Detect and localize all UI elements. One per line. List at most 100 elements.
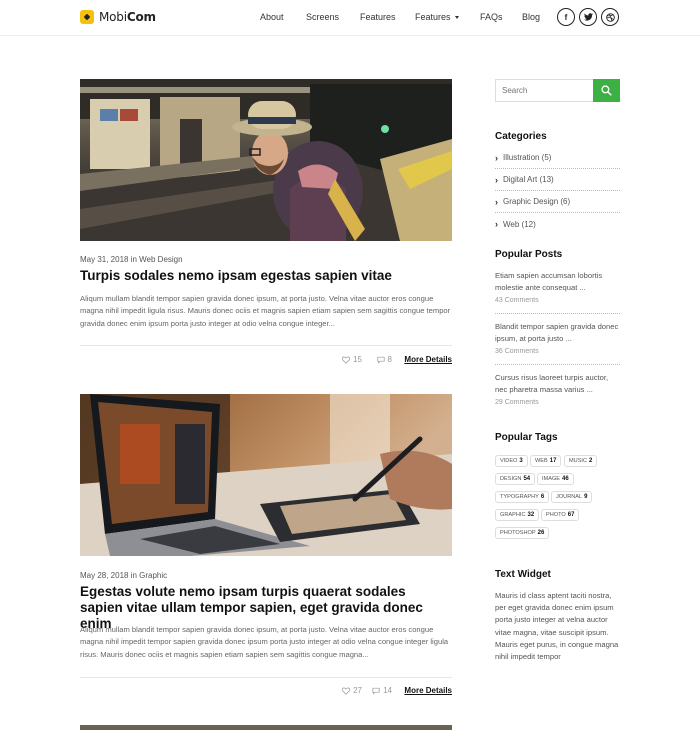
category-label: Web (12) (503, 219, 536, 229)
more-details-link[interactable]: More Details (404, 355, 452, 364)
comments-button[interactable]: 14 (372, 686, 392, 695)
popular-post-comments: 29 Comments (495, 399, 539, 406)
tag-chip[interactable]: DESIGN 54 (495, 473, 536, 485)
category-item[interactable]: › Illustration (5) (495, 147, 620, 169)
tag-count: 54 (523, 476, 531, 482)
post-image-laptop-tablet[interactable] (80, 394, 452, 556)
post-excerpt: Aliqum mullam blandit tempor sapien grav… (80, 294, 451, 328)
search-icon (601, 85, 612, 96)
likes-button[interactable]: 27 (342, 686, 362, 695)
category-label: Graphic Design (6) (503, 197, 571, 206)
chevron-right-icon: › (495, 152, 498, 163)
chevron-down-icon (454, 16, 459, 20)
likes-count: 15 (353, 355, 362, 364)
dribbble-icon[interactable] (601, 8, 619, 26)
comment-icon (372, 687, 380, 695)
likes-button[interactable]: 15 (342, 355, 362, 364)
tag-count: 2 (589, 458, 593, 464)
tag-count: 26 (537, 530, 545, 536)
tag-chip[interactable]: JOURNAL 9 (551, 491, 593, 503)
post-divider (80, 345, 452, 346)
category-item[interactable]: › Digital Art (13) (495, 169, 620, 191)
site-logo[interactable]: MobiCom (80, 10, 156, 24)
nav-item-features-dropdown[interactable]: Features (415, 12, 459, 22)
tag-chip[interactable]: IMAGE 46 (537, 473, 574, 485)
nav-item-features-dropdown-label: Features (415, 12, 451, 22)
nav-item-faqs[interactable]: FAQs (480, 12, 503, 22)
tag-chip[interactable]: VIDEO 3 (495, 455, 528, 467)
logo-text-light: Mobi (99, 10, 127, 24)
facebook-icon[interactable]: f (557, 8, 575, 26)
tag-count: 3 (519, 458, 523, 464)
tag-name: VIDEO (500, 458, 518, 464)
more-details-link[interactable]: More Details (404, 686, 452, 695)
tag-chip[interactable]: WEB 17 (530, 455, 562, 467)
twitter-bird-icon (583, 13, 593, 21)
category-label: Digital Art (13) (503, 175, 554, 184)
search-field[interactable] (495, 79, 593, 102)
comments-button[interactable]: 8 (376, 355, 392, 364)
category-label: Illustration (5) (503, 153, 552, 162)
tag-name: MUSIC (569, 458, 588, 464)
popular-posts-heading: Popular Posts (495, 249, 563, 260)
text-widget-heading: Text Widget (495, 569, 551, 580)
heart-icon (342, 355, 351, 364)
heart-icon (342, 686, 351, 695)
tag-chip[interactable]: MUSIC 2 (564, 455, 598, 467)
search-button[interactable] (593, 79, 620, 102)
tag-chip[interactable]: PHOTOSHOP 26 (495, 527, 550, 539)
post-footer: 27 14 More Details (80, 686, 452, 698)
facebook-icon-glyph: f (564, 12, 568, 22)
category-item[interactable]: › Graphic Design (6) (495, 191, 620, 213)
tag-name: TYPOGRAPHY (500, 494, 539, 500)
tag-chip[interactable]: TYPOGRAPHY 6 (495, 491, 550, 503)
post-image-illustration (80, 79, 452, 241)
tag-name: IMAGE (542, 476, 561, 482)
nav-item-features[interactable]: Features (360, 12, 396, 22)
post-meta: May 31, 2018 in Web Design (80, 255, 183, 264)
chevron-right-icon: › (495, 219, 498, 229)
nav-item-screens[interactable]: Screens (306, 12, 339, 22)
post-image-partial[interactable] (80, 725, 452, 730)
tag-count: 46 (562, 476, 569, 482)
logo-text-bold: Com (126, 10, 156, 24)
popular-post-title[interactable]: Cursus risus laoreet turpis auctor, nec … (495, 372, 620, 395)
post-image-illustration (80, 394, 452, 556)
tag-count: 32 (527, 512, 535, 518)
category-item[interactable]: › Web (12) (495, 213, 620, 235)
tag-count: 67 (567, 512, 575, 518)
comments-count: 14 (383, 686, 392, 695)
search-input[interactable] (496, 80, 593, 101)
chevron-right-icon: › (495, 174, 498, 185)
nav-item-about[interactable]: About (260, 12, 284, 22)
post-divider (80, 677, 452, 678)
dribbble-ball-icon (605, 12, 615, 22)
tag-chip[interactable]: PHOTO 67 (541, 509, 580, 521)
comments-count: 8 (387, 355, 392, 364)
tag-name: JOURNAL (556, 494, 583, 500)
popular-post-title[interactable]: Etiam sapien accumsan lobortis molestie … (495, 270, 620, 293)
text-widget-body: Mauris id class aptent taciti nostra, pe… (495, 591, 619, 662)
tag-count: 6 (540, 494, 545, 500)
comment-icon (376, 356, 385, 364)
tag-name: GRAPHIC (500, 512, 526, 518)
popular-post-title[interactable]: Blandit tempor sapien gravida donec ipsu… (495, 321, 620, 344)
twitter-icon[interactable] (579, 8, 597, 26)
popular-post-comments: 43 Comments (495, 297, 539, 304)
tag-name: PHOTO (546, 512, 566, 518)
tag-name: DESIGN (500, 476, 522, 482)
chevron-right-icon: › (495, 196, 498, 207)
tag-name: WEB (535, 458, 548, 464)
tag-chip[interactable]: GRAPHIC 32 (495, 509, 540, 521)
tag-name: PHOTOSHOP (500, 530, 536, 536)
post-meta: May 28, 2018 in Graphic (80, 571, 168, 580)
post-title[interactable]: Turpis sodales nemo ipsam egestas sapien… (80, 268, 452, 284)
logo-icon (80, 10, 94, 24)
popular-post-divider (495, 313, 620, 314)
nav-item-blog[interactable]: Blog (522, 12, 540, 22)
post-image-train-platform[interactable] (80, 79, 452, 241)
tag-count: 9 (584, 494, 588, 500)
tag-count: 17 (549, 458, 557, 464)
likes-count: 27 (353, 686, 362, 695)
popular-post-divider (495, 364, 620, 365)
